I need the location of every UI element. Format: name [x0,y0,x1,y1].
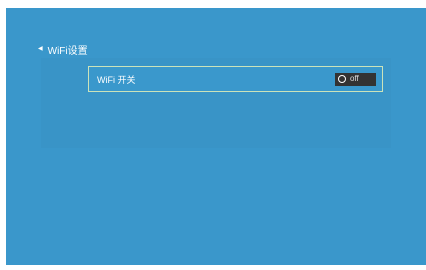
page-title: WiFi设置 [47,46,88,57]
toggle-state-text: off [350,74,359,83]
toggle-knob-icon [338,75,346,83]
wifi-switch-label: WiFi 开关 [97,74,136,85]
wifi-switch-row[interactable]: WiFi 开关 off [88,66,383,92]
chevron-left-icon[interactable]: ◀ [38,46,43,52]
wifi-toggle[interactable]: off [335,72,376,86]
settings-screen: ◀ WiFi设置 WiFi 开关 off [6,8,426,265]
page-header: ◀ WiFi设置 [38,42,88,58]
